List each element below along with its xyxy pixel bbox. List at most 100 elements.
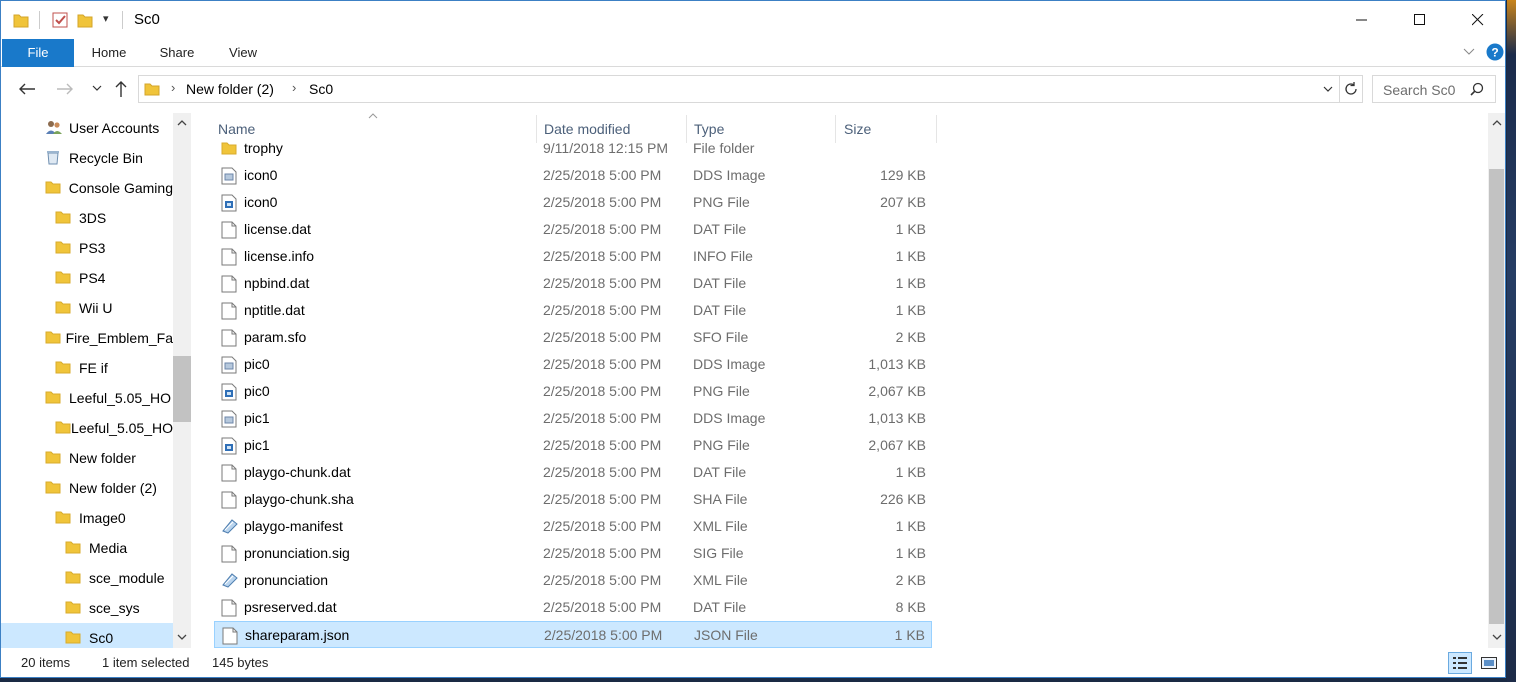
file-row[interactable]: trophy 9/11/2018 12:15 PM File folder [214, 135, 932, 162]
nav-scroll-up-icon[interactable] [177, 119, 187, 127]
file-icon [221, 491, 237, 509]
file-row[interactable]: icon0 2/25/2018 5:00 PM PNG File 207 KB [214, 189, 932, 216]
breadcrumb-new-folder-2[interactable]: New folder (2) [186, 81, 274, 97]
file-row[interactable]: pic0 2/25/2018 5:00 PM DDS Image 1,013 KB [214, 351, 932, 378]
file-type: DDS Image [693, 167, 766, 183]
file-name: param.sfo [244, 329, 307, 345]
navigation-pane[interactable]: User Accounts Recycle Bin Console Gaming 3D… [1, 113, 191, 648]
file-size: 207 KB [880, 194, 926, 210]
nav-item[interactable]: sce_sys [1, 593, 173, 623]
nav-item[interactable]: sce_module [1, 563, 173, 593]
title-separator [122, 11, 123, 29]
window-title: Sc0 [134, 11, 160, 28]
search-input[interactable]: Search Sc0 [1372, 75, 1496, 103]
search-icon[interactable] [1470, 82, 1484, 96]
file-row[interactable]: pic1 2/25/2018 5:00 PM DDS Image 1,013 KB [214, 405, 932, 432]
nav-item[interactable]: Console Gaming [1, 173, 173, 203]
folder-icon [55, 509, 79, 528]
file-date-modified: 2/25/2018 5:00 PM [543, 248, 662, 264]
file-icon [221, 599, 237, 617]
recent-locations-button[interactable] [85, 77, 109, 101]
nav-pane-scroll-thumb[interactable] [173, 356, 191, 422]
xml-file-icon [221, 518, 239, 536]
nav-item[interactable]: User Accounts [1, 113, 173, 143]
nav-item[interactable]: PS4 [1, 263, 173, 293]
nav-item[interactable]: Image0 [1, 503, 173, 533]
nav-item[interactable]: Sc0 [1, 623, 173, 648]
nav-item[interactable]: New folder [1, 443, 173, 473]
users-icon [45, 119, 69, 138]
folder-icon [45, 391, 61, 403]
file-row[interactable]: param.sfo 2/25/2018 5:00 PM SFO File 2 KB [214, 324, 932, 351]
file-row[interactable]: playgo-manifest 2/25/2018 5:00 PM XML File… [214, 513, 932, 540]
nav-item[interactable]: Fire_Emblem_Fa [1, 323, 173, 353]
file-row[interactable]: license.dat 2/25/2018 5:00 PM DAT File 1 KB [214, 216, 932, 243]
file-row[interactable]: playgo-chunk.sha 2/25/2018 5:00 PM SHA Fil… [214, 486, 932, 513]
file-size: 2 KB [895, 329, 926, 345]
file-row[interactable]: icon0 2/25/2018 5:00 PM DDS Image 129 KB [214, 162, 932, 189]
dds-file-icon [221, 356, 237, 374]
dds-file-icon [221, 410, 237, 428]
file-row[interactable]: shareparam.json 2/25/2018 5:00 PM JSON Fil… [214, 621, 932, 648]
file-name: license.info [244, 248, 315, 264]
nav-item-label: Console Gaming [68, 180, 173, 196]
file-row[interactable]: pic1 2/25/2018 5:00 PM PNG File 2,067 KB [214, 432, 932, 459]
file-row[interactable]: nptitle.dat 2/25/2018 5:00 PM DAT File 1 KB [214, 297, 932, 324]
nav-item[interactable]: FE if [1, 353, 173, 383]
file-row[interactable]: pronunciation.sig 2/25/2018 5:00 PM SIG Fi… [214, 540, 932, 567]
chevron-right-icon[interactable]: › [292, 80, 296, 95]
properties-icon[interactable] [51, 11, 69, 29]
file-row[interactable]: playgo-chunk.dat 2/25/2018 5:00 PM DAT Fil… [214, 459, 932, 486]
nav-item-label: FE if [79, 360, 108, 376]
address-dropdown-icon[interactable] [1323, 86, 1333, 93]
up-button[interactable] [109, 77, 133, 101]
file-list[interactable]: Name Date modified Type Size trophy 9/11/… [214, 113, 1486, 648]
nav-item[interactable]: Recycle Bin [1, 143, 173, 173]
file-type: DAT File [693, 275, 747, 291]
back-button[interactable] [15, 77, 39, 101]
tab-file[interactable]: File [2, 39, 74, 67]
chevron-right-icon[interactable]: › [171, 80, 175, 95]
nav-scroll-down-icon[interactable] [177, 633, 187, 641]
close-button[interactable] [1449, 1, 1505, 39]
help-icon[interactable]: ? [1486, 43, 1504, 61]
tab-view[interactable]: View [219, 39, 267, 67]
file-size: 226 KB [880, 491, 926, 507]
nav-item[interactable]: Leeful_5.05_HO [1, 413, 173, 443]
details-view-button[interactable] [1448, 652, 1472, 674]
nav-item[interactable]: 3DS [1, 203, 173, 233]
png-file-icon [221, 437, 237, 455]
new-folder-icon[interactable] [77, 11, 93, 29]
file-size: 1,013 KB [868, 410, 926, 426]
forward-button[interactable] [53, 77, 77, 101]
file-date-modified: 2/25/2018 5:00 PM [543, 518, 662, 534]
nav-item[interactable]: Wii U [1, 293, 173, 323]
file-type: DAT File [693, 599, 747, 615]
file-list-scroll-thumb[interactable] [1489, 169, 1504, 624]
nav-item[interactable]: Media [1, 533, 173, 563]
list-scroll-up-icon[interactable] [1492, 119, 1502, 127]
breadcrumb-sc0[interactable]: Sc0 [309, 81, 333, 97]
list-scroll-down-icon[interactable] [1492, 633, 1502, 641]
file-row[interactable]: pic0 2/25/2018 5:00 PM PNG File 2,067 KB [214, 378, 932, 405]
explorer-window: ▾ Sc0 File Home Share View ? › New folde… [0, 0, 1506, 678]
minimize-button[interactable] [1333, 1, 1391, 39]
address-bar[interactable]: › New folder (2) › Sc0 [138, 75, 1363, 103]
maximize-button[interactable] [1391, 1, 1449, 39]
file-icon [221, 545, 237, 563]
refresh-icon[interactable] [1343, 81, 1359, 97]
ribbon-expand-icon[interactable] [1463, 48, 1475, 56]
nav-item[interactable]: New folder (2) [1, 473, 173, 503]
file-row[interactable]: psreserved.dat 2/25/2018 5:00 PM DAT File 8… [214, 594, 932, 621]
tab-home[interactable]: Home [83, 39, 135, 67]
file-row[interactable]: license.info 2/25/2018 5:00 PM INFO File 1 … [214, 243, 932, 270]
large-icons-view-button[interactable] [1477, 652, 1501, 674]
folder-icon [45, 329, 66, 348]
users-icon [46, 120, 62, 134]
file-row[interactable]: npbind.dat 2/25/2018 5:00 PM DAT File 1 KB [214, 270, 932, 297]
tab-share[interactable]: Share [151, 39, 203, 67]
file-row[interactable]: pronunciation 2/25/2018 5:00 PM XML File 2 … [214, 567, 932, 594]
qat-dropdown-icon[interactable]: ▾ [103, 12, 109, 25]
nav-item[interactable]: PS3 [1, 233, 173, 263]
nav-item[interactable]: Leeful_5.05_HO [1, 383, 173, 413]
